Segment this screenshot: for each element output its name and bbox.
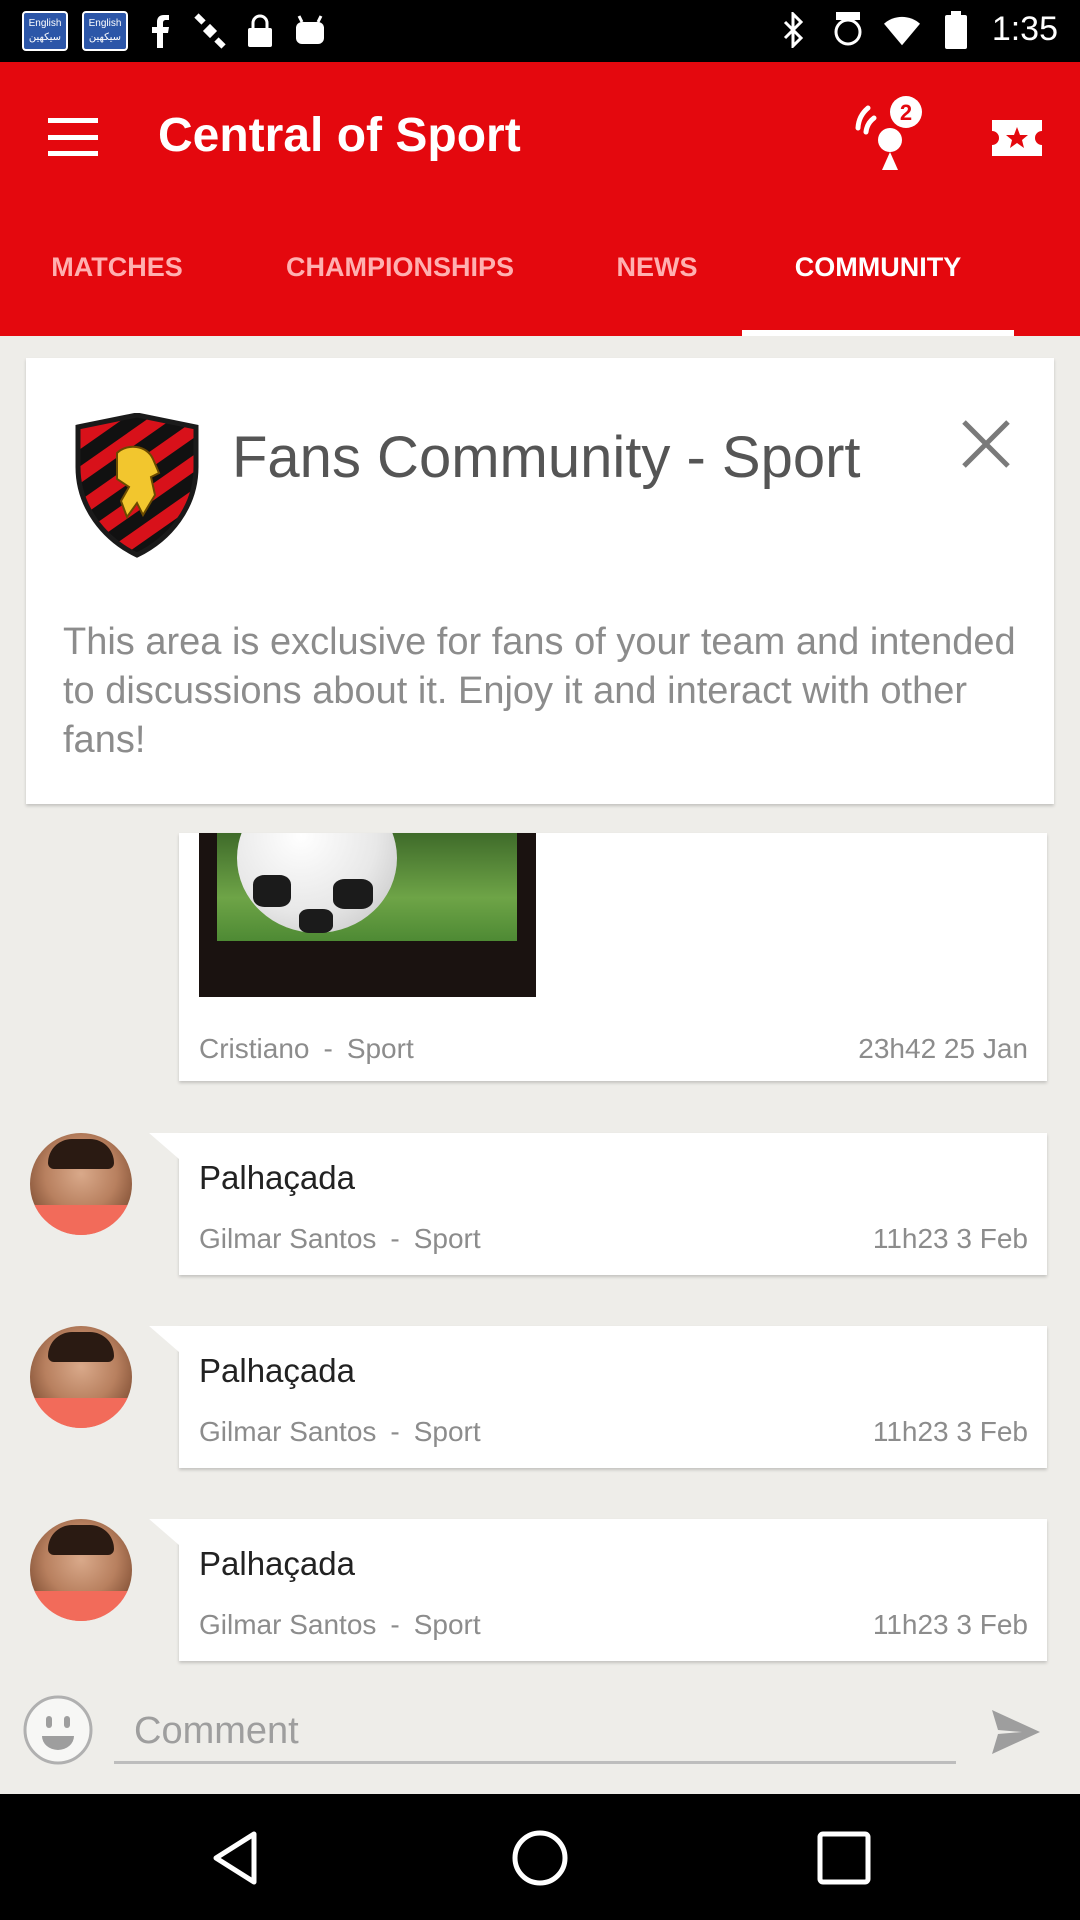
post-title: Palhaçada (199, 1352, 355, 1389)
wifi-icon (883, 12, 920, 48)
recent-apps-icon (817, 1831, 871, 1885)
back-button[interactable] (206, 1828, 266, 1888)
team-crest-logo (72, 412, 202, 558)
post-meta: Cristiano - Sport (199, 1033, 414, 1064)
lock-icon (242, 13, 278, 49)
post-card[interactable]: Cristiano - Sport 23h42 25 Jan (179, 833, 1047, 1081)
keyboard-language-icon: English سيكهين (82, 11, 128, 51)
android-icon (292, 13, 328, 49)
post-meta: Gilmar Santos - Sport (199, 1223, 481, 1254)
post-team: Sport (413, 1223, 481, 1254)
status-bar: English سيكهين English سيكهين 1:35 (0, 0, 1080, 62)
post-author[interactable]: Gilmar Santos (199, 1223, 376, 1254)
post-author[interactable]: Gilmar Santos (199, 1609, 376, 1640)
live-radio-button[interactable]: 2 (850, 92, 930, 172)
community-info-card: Fans Community - Sport This area is excl… (26, 358, 1054, 804)
tab-matches[interactable]: MATCHES (42, 252, 192, 336)
post-author[interactable]: Cristiano (199, 1033, 309, 1064)
community-description: This area is exclusive for fans of your … (63, 621, 1016, 761)
comment-input[interactable] (114, 1702, 956, 1764)
ticket-button[interactable] (990, 118, 1044, 158)
bluetooth-icon (776, 11, 812, 48)
navigation-bar (0, 1794, 1080, 1920)
recent-apps-button[interactable] (814, 1828, 874, 1888)
comment-bar (0, 1680, 1080, 1792)
facebook-icon (142, 13, 178, 49)
post-meta: Gilmar Santos - Sport (199, 1416, 481, 1447)
emoji-button[interactable] (22, 1694, 94, 1766)
home-icon (512, 1830, 568, 1886)
avatar[interactable] (30, 1133, 132, 1235)
back-icon (213, 1831, 257, 1885)
post-meta: Gilmar Santos - Sport (199, 1609, 481, 1640)
app-bar: Central of Sport 2 MATCHES CHAMPIONSHIPS… (0, 62, 1080, 336)
keyboard-language-icon: English سيكهين (22, 11, 68, 51)
home-button[interactable] (510, 1828, 570, 1888)
battery-icon (938, 10, 974, 49)
radio-icon: 2 (855, 96, 922, 170)
post-timestamp: 11h23 3 Feb (872, 1223, 1028, 1254)
post-card[interactable]: Palhaçada Gilmar Santos - Sport 11h23 3 Fe… (149, 1133, 1047, 1275)
post-timestamp: 11h23 3 Feb (872, 1416, 1028, 1447)
menu-icon[interactable] (48, 118, 98, 156)
post-title: Palhaçada (199, 1545, 355, 1582)
avatar[interactable] (30, 1326, 132, 1428)
avatar[interactable] (30, 1519, 132, 1621)
notification-badge: 2 (900, 100, 912, 125)
close-icon (962, 420, 1010, 468)
post-author[interactable]: Gilmar Santos (199, 1416, 376, 1447)
tab-community[interactable]: COMMUNITY (742, 252, 1014, 336)
post-team: Sport (413, 1609, 481, 1640)
post-timestamp: 23h42 25 Jan (858, 1033, 1028, 1064)
app-title: Central of Sport (158, 109, 521, 162)
close-button[interactable] (960, 418, 1012, 470)
clock: 1:35 (991, 10, 1058, 48)
post-team: Sport (346, 1033, 414, 1064)
post-team: Sport (413, 1416, 481, 1447)
send-button[interactable] (988, 1704, 1044, 1760)
fake-gps-icon (830, 11, 866, 48)
smiley-icon (23, 1695, 93, 1765)
send-icon (992, 1710, 1040, 1754)
tab-bar: MATCHES CHAMPIONSHIPS NEWS COMMUNITY (0, 252, 1080, 336)
post-card[interactable]: Palhaçada Gilmar Santos - Sport 11h23 3 Fe… (149, 1519, 1047, 1661)
post-image[interactable] (199, 833, 536, 997)
post-card[interactable]: Palhaçada Gilmar Santos - Sport 11h23 3 Fe… (149, 1326, 1047, 1468)
ticket-icon (992, 120, 1042, 156)
satellite-icon (192, 13, 228, 49)
community-title: Fans Community - Sport (232, 425, 861, 490)
tab-news[interactable]: NEWS (610, 252, 704, 336)
post-title: Palhaçada (199, 1159, 355, 1196)
tab-championships[interactable]: CHAMPIONSHIPS (272, 252, 528, 336)
post-timestamp: 11h23 3 Feb (872, 1609, 1028, 1640)
